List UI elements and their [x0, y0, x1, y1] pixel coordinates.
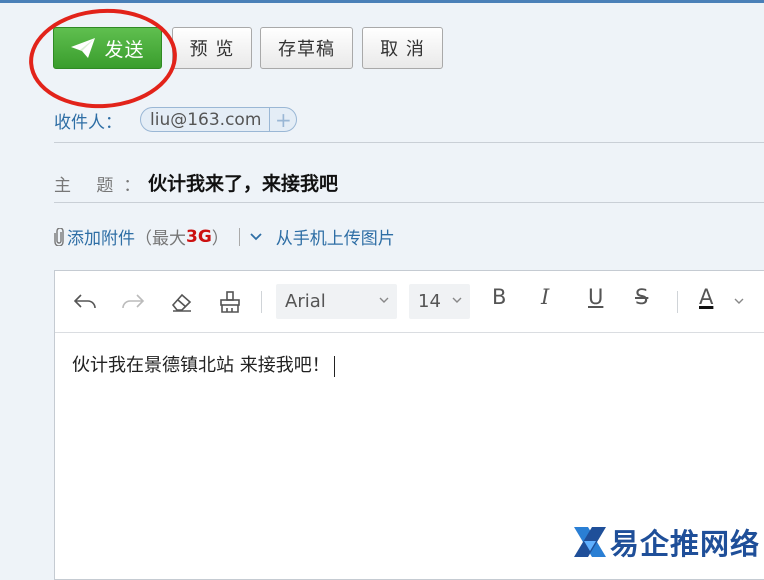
font-family-select[interactable]: Arial — [276, 284, 397, 319]
attachment-limit-open: （最大 — [135, 229, 186, 249]
paperclip-icon — [54, 227, 64, 246]
font-size-select[interactable]: 14 — [409, 284, 470, 319]
redo-icon — [122, 294, 145, 309]
recipient-address[interactable]: liu@163.com — [150, 110, 269, 130]
attachment-row: 添加附件 （最大 3G ） 从手机上传图片 — [54, 224, 395, 249]
save-draft-button[interactable]: 存草稿 — [260, 27, 353, 69]
recipient-label: 收件人： — [54, 113, 122, 133]
eraser-icon — [171, 293, 192, 312]
toolbar-separator — [677, 291, 678, 313]
cancel-button[interactable]: 取 消 — [362, 27, 443, 69]
message-body[interactable]: 伙计我在景德镇北站 来接我吧！ — [72, 351, 335, 377]
watermark-logo-icon — [574, 527, 606, 557]
chevron-down-icon — [379, 297, 389, 303]
chevron-down-icon — [452, 297, 462, 303]
chevron-down-icon[interactable] — [734, 298, 744, 305]
preview-button[interactable]: 预 览 — [172, 27, 252, 69]
add-attachment-link[interactable]: 添加附件 — [67, 224, 135, 249]
format-painter-button[interactable] — [218, 288, 242, 316]
italic-button[interactable]: I — [541, 285, 549, 309]
undo-button[interactable] — [73, 288, 97, 316]
send-button-label: 发送 — [104, 38, 145, 61]
bold-button[interactable]: B — [492, 285, 506, 309]
save-draft-button-label: 存草稿 — [278, 39, 335, 60]
format-painter-icon — [220, 291, 240, 313]
send-button[interactable]: 发送 — [53, 27, 162, 69]
font-size-value: 14 — [418, 291, 441, 312]
chevron-down-icon[interactable] — [250, 232, 262, 241]
text-caret — [333, 355, 335, 377]
subject-label: 主 题： — [54, 171, 140, 196]
top-border — [0, 0, 764, 3]
font-color-button[interactable]: A — [699, 285, 713, 309]
upload-from-phone-link[interactable]: 从手机上传图片 — [276, 224, 395, 249]
attachment-limit-value: 3G — [186, 226, 212, 247]
add-recipient-button[interactable]: + — [269, 108, 296, 132]
undo-icon — [73, 294, 96, 309]
watermark: 易企推网络 — [572, 521, 760, 563]
subject-label-text: 主 题 — [54, 176, 124, 196]
cancel-button-label: 取 消 — [380, 39, 425, 60]
paper-plane-icon — [71, 38, 96, 58]
clear-format-button[interactable] — [170, 288, 194, 316]
message-body-text: 伙计我在景德镇北站 来接我吧！ — [72, 355, 330, 376]
recipient-chip[interactable]: liu@163.com + — [140, 107, 298, 132]
redo-button[interactable] — [121, 288, 145, 316]
divider — [54, 142, 764, 143]
watermark-text: 易企推网络 — [610, 527, 761, 561]
subject-input[interactable]: 伙计我来了，来接我吧 — [148, 169, 338, 196]
attachment-limit-close: ） — [211, 229, 229, 249]
underline-button[interactable]: U — [588, 285, 603, 309]
editor-toolbar: Arial 14 B I U S A — [55, 271, 764, 333]
toolbar-separator — [261, 291, 262, 313]
font-family-value: Arial — [285, 291, 326, 312]
strikethrough-button[interactable]: S — [635, 285, 648, 309]
subject-label-colon: ： — [123, 176, 141, 196]
divider — [54, 202, 764, 203]
preview-button-label: 预 览 — [189, 39, 235, 60]
separator — [238, 227, 240, 246]
